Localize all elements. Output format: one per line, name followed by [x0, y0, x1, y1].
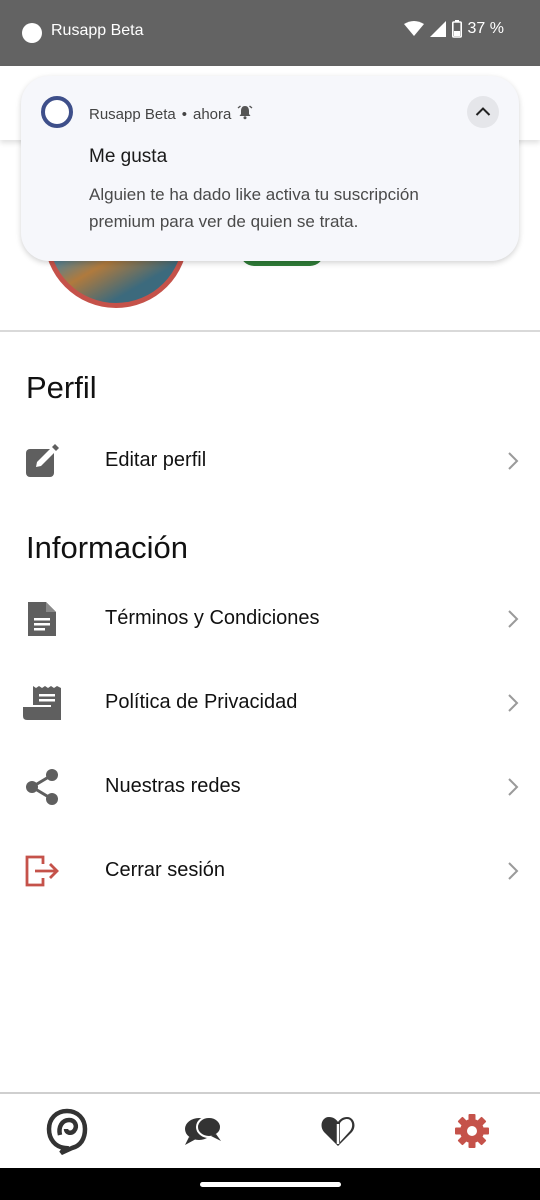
chevron-up-icon: [475, 103, 491, 121]
chevron-right-icon: [506, 776, 520, 798]
chevron-right-icon: [506, 692, 520, 714]
home-gesture-handle[interactable]: [200, 1182, 341, 1187]
app-logo-icon: [45, 1107, 89, 1160]
notification-time: ahora: [193, 105, 232, 123]
nav-likes[interactable]: [313, 1108, 363, 1158]
app-status-icon: [22, 23, 42, 43]
notification-app-name: Rusapp Beta: [89, 105, 176, 123]
menu-item-label: Nuestras redes: [105, 775, 241, 797]
menu-item-label: Cerrar sesión: [105, 859, 226, 881]
logout-icon: [20, 851, 64, 891]
section-title-perfil: Perfil: [26, 370, 97, 405]
collapse-notification-button[interactable]: [467, 96, 499, 128]
chat-icon: [183, 1113, 223, 1154]
status-app-name: Rusapp Beta: [51, 22, 144, 39]
nav-chat[interactable]: [178, 1108, 228, 1158]
section-title-informacion: Información: [26, 530, 188, 565]
nav-settings[interactable]: [447, 1108, 497, 1158]
edit-icon: [20, 441, 64, 481]
menu-item-privacy[interactable]: Política de Privacidad: [0, 668, 540, 738]
heart-icon: [320, 1114, 356, 1153]
battery-percent: 37 %: [467, 20, 504, 37]
notification-title: Me gusta: [89, 146, 168, 167]
notification-separator: •: [181, 105, 187, 123]
share-icon: [20, 767, 64, 807]
alarm-bell-icon: [237, 104, 253, 124]
menu-item-social[interactable]: Nuestras redes: [0, 752, 540, 822]
push-notification[interactable]: Rusapp Beta • ahora Me gusta Alguien te …: [21, 76, 519, 261]
wifi-icon: [403, 21, 424, 37]
receipt-icon: [20, 683, 64, 723]
bottom-navigation: [0, 1092, 540, 1168]
menu-item-label: Editar perfil: [105, 449, 207, 471]
battery-icon: [451, 20, 462, 38]
menu-item-label: Política de Privacidad: [105, 691, 298, 713]
notification-body: Alguien te ha dado like activa tu suscri…: [89, 185, 419, 231]
app-ring-icon: [41, 96, 73, 128]
status-bar: Rusapp Beta 37 %: [0, 0, 540, 66]
chevron-right-icon: [506, 608, 520, 630]
chevron-right-icon: [506, 450, 520, 472]
nav-home[interactable]: [42, 1108, 92, 1158]
gesture-navigation-bar: [0, 1168, 540, 1200]
document-icon: [20, 599, 64, 639]
menu-item-logout[interactable]: Cerrar sesión: [0, 836, 540, 906]
notification-meta: Rusapp Beta • ahora: [89, 104, 253, 124]
settings-gear-icon: [453, 1112, 491, 1155]
status-icons: 37 %: [403, 20, 504, 38]
menu-item-edit-profile[interactable]: Editar perfil: [0, 426, 540, 496]
menu-item-terms[interactable]: Términos y Condiciones: [0, 584, 540, 654]
chevron-right-icon: [506, 860, 520, 882]
menu-item-label: Términos y Condiciones: [105, 607, 320, 629]
signal-icon: [429, 21, 446, 37]
